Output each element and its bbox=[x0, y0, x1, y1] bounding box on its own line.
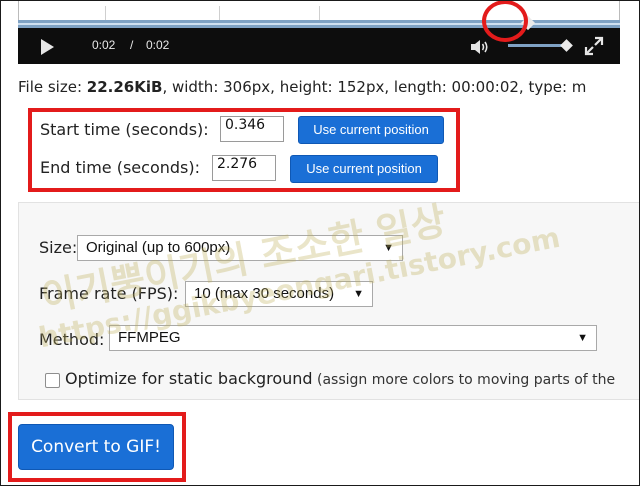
file-info: File size: 22.26KiB, width: 306px, heigh… bbox=[18, 78, 586, 96]
volume-handle[interactable] bbox=[560, 39, 573, 52]
current-time: 0:02 bbox=[92, 38, 116, 52]
fps-label: Frame rate (FPS): bbox=[39, 284, 179, 303]
file-size-label: File size: bbox=[18, 78, 87, 96]
optimize-note: (assign more colors to moving parts of t… bbox=[312, 372, 616, 388]
method-select-value: FFMPEG bbox=[118, 329, 181, 346]
optimize-label-text: Optimize for static background bbox=[65, 369, 313, 388]
volume-slider[interactable] bbox=[508, 44, 568, 47]
time-separator: / bbox=[130, 38, 134, 52]
video-frame-line bbox=[105, 6, 106, 20]
size-select[interactable]: Original (up to 600px) ▼ bbox=[77, 235, 403, 261]
start-time-label: Start time (seconds): bbox=[40, 120, 209, 139]
optimize-label[interactable]: Optimize for static background (assign m… bbox=[65, 369, 615, 388]
start-use-current-position-button[interactable]: Use current position bbox=[298, 116, 444, 144]
play-icon[interactable] bbox=[41, 39, 54, 55]
optimize-checkbox[interactable] bbox=[45, 373, 60, 388]
file-info-details: , width: 306px, height: 152px, length: 0… bbox=[162, 78, 587, 96]
end-time-label: End time (seconds): bbox=[40, 158, 200, 177]
options-panel: Size: Original (up to 600px) ▼ Frame rat… bbox=[18, 202, 640, 400]
start-time-input[interactable]: 0.346 bbox=[220, 116, 284, 142]
dropdown-arrow-icon: ▼ bbox=[577, 332, 588, 344]
fullscreen-icon[interactable] bbox=[584, 36, 604, 56]
dropdown-arrow-icon: ▼ bbox=[383, 242, 394, 254]
duration: 0:02 bbox=[146, 38, 170, 52]
method-select[interactable]: FFMPEG ▼ bbox=[109, 325, 597, 351]
size-label: Size: bbox=[39, 238, 78, 257]
fps-select[interactable]: 10 (max 30 seconds) ▼ bbox=[185, 281, 373, 307]
end-use-current-position-button[interactable]: Use current position bbox=[290, 155, 438, 183]
player-controls: 0:02 / 0:02 bbox=[18, 28, 620, 64]
dropdown-arrow-icon: ▼ bbox=[353, 288, 364, 300]
file-size-value: 22.26KiB bbox=[86, 78, 163, 96]
size-select-value: Original (up to 600px) bbox=[86, 239, 231, 256]
video-player[interactable]: 0:02 / 0:02 bbox=[18, 0, 620, 64]
volume-icon[interactable] bbox=[470, 38, 490, 56]
method-label: Method: bbox=[39, 330, 105, 349]
video-frame-line bbox=[319, 6, 320, 20]
video-frame-line bbox=[219, 6, 220, 20]
convert-to-gif-button[interactable]: Convert to GIF! bbox=[18, 424, 174, 470]
end-time-input[interactable]: 2.276 bbox=[212, 155, 276, 181]
seek-bar[interactable] bbox=[18, 15, 620, 31]
fps-select-value: 10 (max 30 seconds) bbox=[194, 285, 335, 302]
